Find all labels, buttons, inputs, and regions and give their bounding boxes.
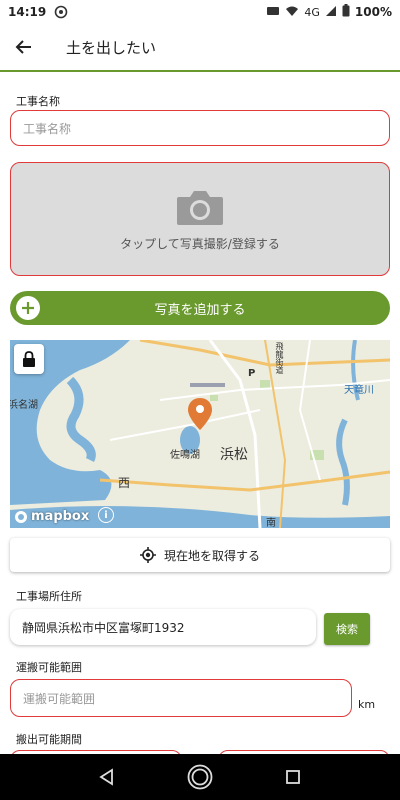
photo-prompt: タップして写真撮影/登録する [120, 236, 280, 251]
transport-range-label: 運搬可能範囲 [16, 661, 82, 674]
sync-icon [54, 5, 68, 19]
battery-icon [342, 4, 350, 20]
app-bar: 土を出したい [0, 24, 400, 72]
info-icon[interactable]: i [98, 507, 114, 523]
add-photo-label: 写真を追加する [154, 302, 246, 318]
mapbox-icon [15, 510, 27, 523]
screen: 14:19 4G 100% 土を出したい 工事名称 工事名称 タップして写真撮影… [0, 0, 400, 800]
map-label-lake: 浜名湖 [10, 400, 38, 411]
map-label-south: 南 [266, 518, 276, 528]
transport-range-input[interactable]: 運搬可能範囲 [10, 679, 352, 717]
nav-home-button[interactable] [180, 757, 220, 797]
lock-icon [23, 351, 35, 367]
mapbox-logo: mapbox [14, 509, 89, 524]
triangle-back-icon [98, 768, 113, 786]
map-label-city: 浜松 [220, 447, 248, 463]
address-input[interactable]: 静岡県浜松市中区富塚町1932 [10, 609, 316, 645]
map-label-river: 天竜川 [344, 385, 374, 396]
nav-recents-button[interactable] [273, 757, 313, 797]
wifi-icon [285, 5, 299, 20]
construction-name-placeholder: 工事名称 [23, 121, 72, 136]
get-location-label: 現在地を取得する [163, 548, 260, 563]
transport-range-placeholder: 運搬可能範囲 [23, 691, 96, 706]
search-button[interactable]: 検索 [324, 613, 370, 645]
battery-level: 100% [354, 5, 392, 19]
unit-km: km [358, 698, 376, 711]
construction-name-input[interactable]: 工事名称 [10, 110, 390, 146]
map-label-parking: P [248, 368, 256, 379]
square-recents-icon [286, 770, 301, 784]
map-canvas [10, 340, 390, 528]
page-title: 土を出したい [66, 38, 157, 57]
system-nav-bar [0, 754, 400, 800]
construction-name-label: 工事名称 [16, 95, 60, 108]
nav-back-button[interactable] [87, 757, 127, 797]
target-icon [139, 547, 156, 563]
mapbox-text: mapbox [31, 509, 90, 524]
signal-icon [325, 5, 337, 20]
map-label-road: 飛龍街道 [275, 342, 284, 374]
back-arrow-icon [15, 40, 31, 54]
map-label-lake2: 佐鳴湖 [170, 450, 200, 461]
photo-upload-area[interactable]: タップして写真撮影/登録する [10, 162, 390, 276]
plus-icon [16, 296, 40, 320]
back-button[interactable] [0, 23, 48, 71]
home-circle-icon [187, 764, 213, 790]
map-view[interactable]: 浜名湖 佐鳴湖 浜松 西 南 天竜川 飛龍街道 P mapbox i [10, 340, 390, 528]
add-photo-button[interactable]: 写真を追加する [10, 291, 390, 325]
transport-period-label: 搬出可能期間 [16, 733, 82, 746]
address-value: 静岡県浜松市中区富塚町1932 [22, 620, 185, 635]
status-time: 14:19 [8, 5, 47, 19]
camera-icon [177, 190, 223, 225]
map-lock-button[interactable] [14, 344, 44, 374]
get-location-button[interactable]: 現在地を取得する [10, 538, 390, 572]
address-label: 工事場所住所 [16, 590, 82, 603]
message-icon [266, 5, 280, 20]
network-type: 4G [304, 5, 320, 19]
status-bar: 14:19 4G 100% [0, 0, 400, 24]
map-label-west: 西 [118, 476, 131, 490]
